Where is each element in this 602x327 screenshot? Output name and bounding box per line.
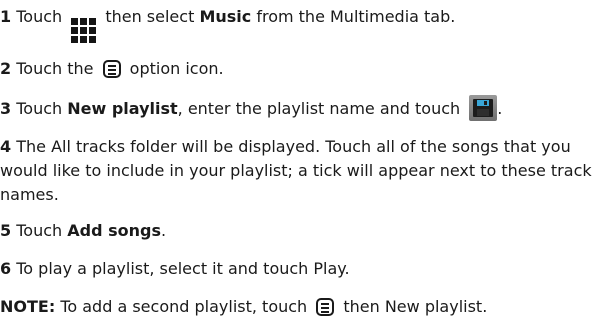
step-1: 1 Touch then select Music from the Multi… — [0, 5, 602, 43]
step-text: . — [497, 99, 503, 118]
grid-icon — [71, 18, 97, 43]
step-3: 3 Touch New playlist, enter the playlist… — [0, 95, 602, 121]
step-text: Touch — [11, 7, 68, 26]
save-icon — [469, 95, 498, 121]
step-number: 6 — [0, 259, 12, 278]
step-5: 5 Touch Add songs. — [0, 219, 602, 243]
step-bold-text: New playlist — [67, 99, 178, 118]
step-6: 6 To play a playlist, select it and touc… — [0, 257, 602, 281]
step-bold-text: Music — [199, 7, 252, 26]
menu-option-icon — [102, 60, 121, 78]
step-text: . — [160, 221, 167, 240]
step-number: 1 — [0, 7, 12, 26]
step-text: Touch — [11, 221, 68, 240]
step-number: 3 — [0, 99, 12, 118]
step-number: 5 — [0, 221, 12, 240]
step-2: 2 Touch the option icon. — [0, 57, 602, 81]
instructions-document: 1 Touch then select Music from the Multi… — [0, 0, 602, 327]
step-number: 2 — [0, 59, 12, 78]
step-text: then select — [100, 7, 200, 26]
note-text: then New playlist. — [338, 297, 488, 316]
note: NOTE: To add a second playlist, touch th… — [0, 295, 602, 319]
step-text: To play a playlist, select it and touch … — [11, 259, 350, 278]
step-text: from the Multimedia tab. — [251, 7, 456, 26]
note-text: To add a second playlist, touch — [55, 297, 313, 316]
menu-option-icon — [316, 298, 335, 316]
note-label: NOTE: — [0, 297, 56, 316]
step-text: option icon. — [124, 59, 224, 78]
step-text: The All tracks folder will be displayed.… — [0, 137, 592, 204]
step-text: , enter the playlist name and touch — [177, 99, 466, 118]
step-text: Touch — [11, 99, 68, 118]
step-text: Touch the — [11, 59, 99, 78]
step-number: 4 — [0, 137, 12, 156]
step-bold-text: Add songs — [67, 221, 161, 240]
step-4: 4 The All tracks folder will be displaye… — [0, 135, 596, 207]
